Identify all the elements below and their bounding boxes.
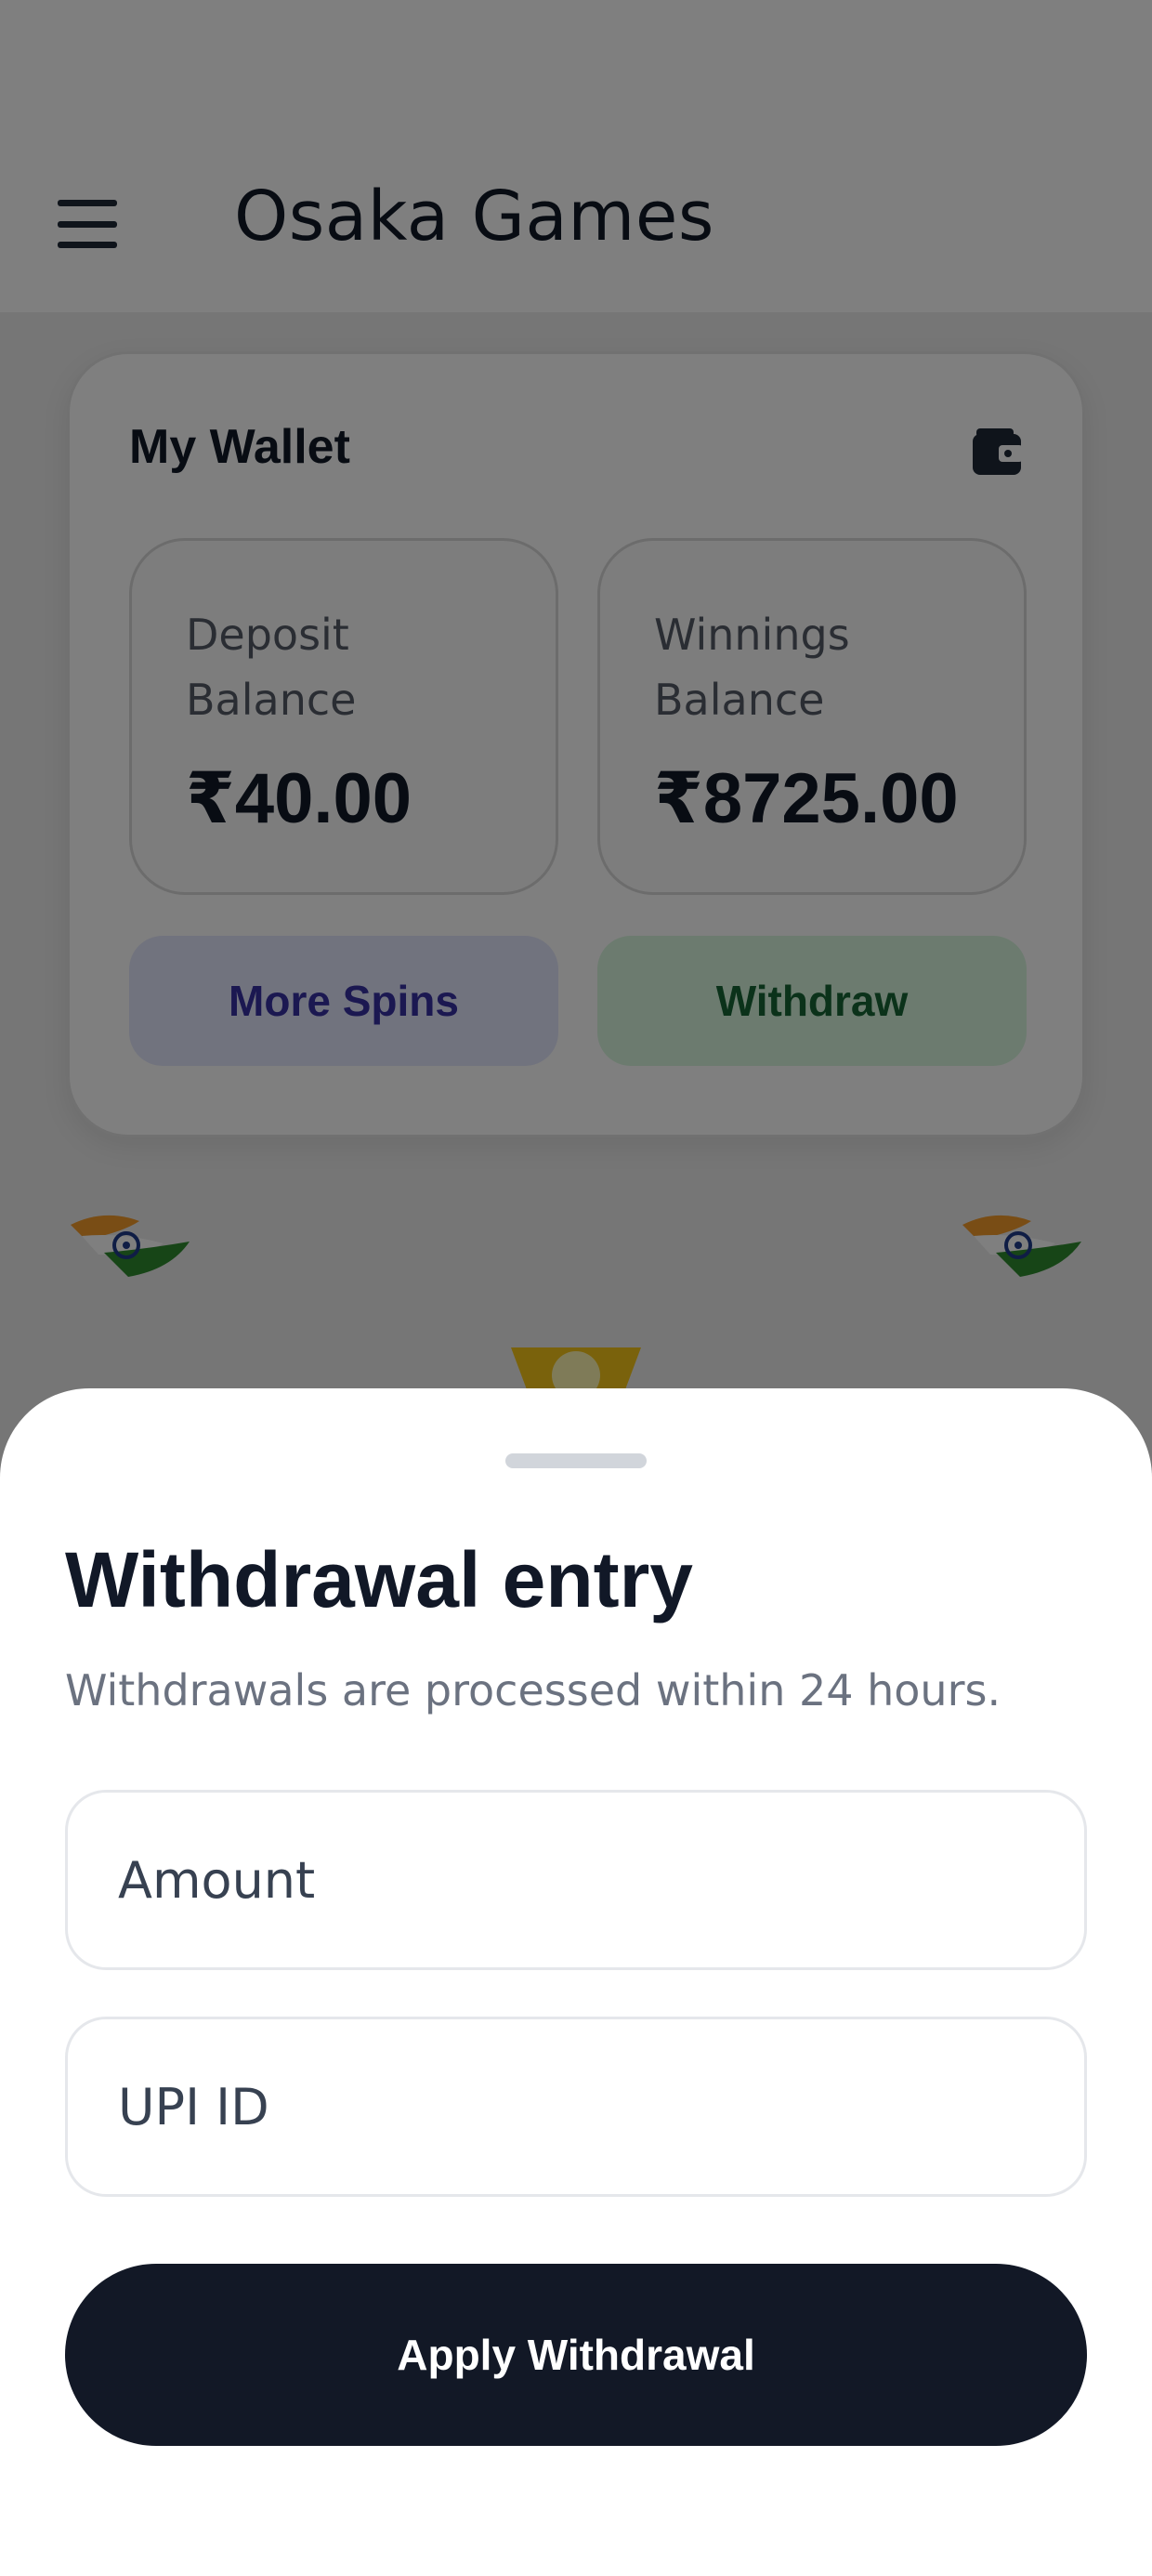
- drag-handle[interactable]: [505, 1453, 647, 1468]
- sheet-subtitle: Withdrawals are processed within 24 hour…: [65, 1665, 1001, 1715]
- amount-field-container: [65, 1790, 1087, 1970]
- amount-input[interactable]: [68, 1793, 1084, 1967]
- upi-field-container: [65, 2017, 1087, 2197]
- apply-withdrawal-button[interactable]: Apply Withdrawal: [65, 2264, 1087, 2446]
- withdrawal-bottom-sheet: Withdrawal entry Withdrawals are process…: [0, 1388, 1152, 2576]
- page: Osaka Games My Wallet Deposit Balance ₹4…: [0, 0, 1152, 2576]
- sheet-title: Withdrawal entry: [65, 1536, 694, 1623]
- upi-id-input[interactable]: [68, 2019, 1084, 2194]
